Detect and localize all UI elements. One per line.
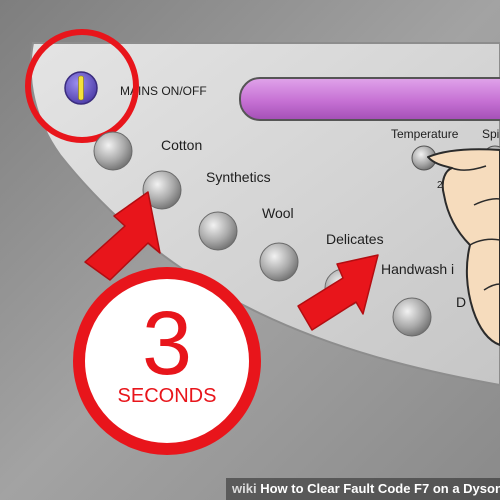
program-label-d: D <box>456 294 466 310</box>
illustration: MAINS ON/OFF Cotton Synthetics Wool Deli… <box>0 0 500 500</box>
program-button-d[interactable] <box>392 297 432 337</box>
timer-unit: SECONDS <box>118 385 217 407</box>
timer-callout: 3 SECONDS <box>73 267 261 455</box>
power-button-icon[interactable] <box>64 71 98 105</box>
spin-label: Spi <box>482 127 499 141</box>
program-label-synthetics: Synthetics <box>206 169 271 185</box>
watermark-title: How to Clear Fault Code F7 on a Dyson <box>260 481 500 496</box>
display-window <box>239 77 500 121</box>
watermark-brand: wiki <box>232 481 257 496</box>
program-label-cotton: Cotton <box>161 137 202 153</box>
program-button-wool[interactable] <box>198 211 238 251</box>
temperature-label: Temperature <box>391 127 459 141</box>
program-label-handwash: Handwash i <box>381 261 454 277</box>
program-button-delicates[interactable] <box>259 242 299 282</box>
program-button-cotton[interactable] <box>93 131 133 171</box>
program-label-delicates: Delicates <box>326 231 384 247</box>
program-label-wool: Wool <box>262 205 294 221</box>
watermark-caption: wiki How to Clear Fault Code F7 on a Dys… <box>226 478 500 500</box>
timer-number: 3 <box>142 294 192 394</box>
